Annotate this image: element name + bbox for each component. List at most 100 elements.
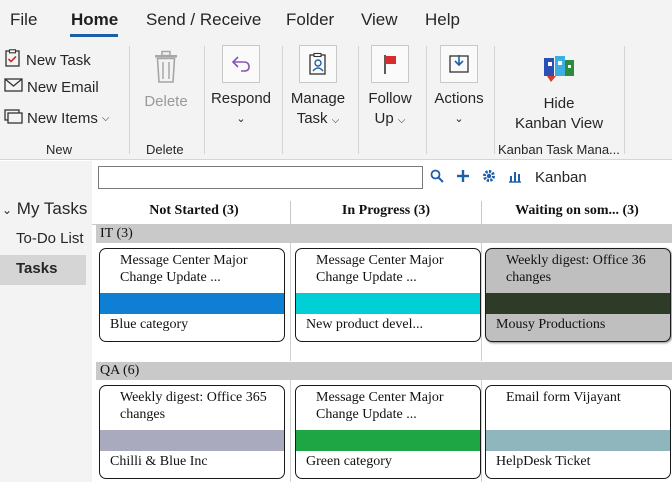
task-title: Email form Vijayant [506, 390, 621, 405]
group-label-kanban: Kanban Task Mana... [498, 142, 620, 157]
chevron-down-icon: ⌄ [2, 203, 13, 217]
hide-kanban-view-button[interactable]: Hide Kanban View [506, 50, 612, 134]
actions-button[interactable]: Actions ⌄ [430, 45, 488, 129]
group-header-it[interactable]: IT (3) [96, 225, 672, 243]
menu-home[interactable]: Home [71, 10, 118, 30]
follow-up-button[interactable]: Follow Up ⌵ [362, 45, 418, 131]
manage-task-icon [299, 45, 337, 83]
new-email-button[interactable]: New Email [4, 78, 99, 96]
trash-icon [147, 48, 185, 86]
move-to-folder-icon [440, 45, 478, 83]
ribbon-separator [426, 46, 427, 154]
task-title: Weekly digest: Office 36 changes [506, 253, 646, 285]
task-card-selected[interactable]: Weekly digest: Office 36 changes Mousy P… [485, 248, 671, 342]
chart-icon[interactable] [508, 169, 522, 187]
ribbon-separator [624, 46, 625, 154]
chevron-down-icon: ⌵ [331, 115, 340, 126]
manage-task-label-2: Task [296, 110, 328, 127]
task-title: Message Center Major Change Update ... [316, 253, 444, 285]
chevron-down-icon: ⌄ [454, 113, 464, 125]
task-category: Blue category [110, 317, 189, 332]
new-items-button[interactable]: New Items ⌵ [4, 107, 109, 129]
menu-bar: File Home Send / Receive Folder View Hel… [0, 0, 672, 40]
menu-file[interactable]: File [10, 10, 37, 30]
column-header-in-progress: In Progress (3) [341, 203, 431, 218]
view-name-label: Kanban [535, 169, 587, 186]
active-tab-indicator [70, 34, 118, 37]
category-color-bar [486, 430, 670, 451]
respond-button[interactable]: Respond ⌄ [210, 45, 272, 129]
my-tasks-header[interactable]: ⌄ My Tasks [2, 199, 87, 219]
chevron-down-icon: ⌄ [236, 113, 246, 125]
group-header-qa[interactable]: QA (6) [96, 362, 672, 380]
task-card[interactable]: Message Center Major Change Update ... N… [295, 248, 481, 342]
task-card[interactable]: Weekly digest: Office 365 changes Chilli… [99, 385, 285, 479]
task-category: HelpDesk Ticket [496, 454, 591, 469]
category-color-bar [296, 430, 480, 451]
delete-button[interactable]: Delete [140, 48, 192, 112]
menu-help[interactable]: Help [425, 10, 460, 30]
task-category: Mousy Productions [496, 317, 606, 332]
search-input[interactable] [98, 166, 423, 189]
nav-item-to-do-list[interactable]: To-Do List [16, 230, 84, 247]
task-category: New product devel... [306, 317, 424, 332]
category-color-bar [296, 293, 480, 314]
new-email-label: New Email [27, 78, 99, 96]
add-icon[interactable] [456, 169, 470, 187]
new-items-label: New Items [27, 109, 98, 127]
manage-task-label-1: Manage [290, 90, 346, 107]
new-task-label: New Task [26, 51, 91, 69]
task-title: Weekly digest: Office 365 changes [120, 390, 267, 422]
group-label-new: New [46, 142, 73, 157]
task-clipboard-icon [4, 49, 22, 71]
column-header-not-started: Not Started (3) [149, 203, 239, 218]
menu-folder[interactable]: Folder [286, 10, 334, 30]
menu-view[interactable]: View [361, 10, 398, 30]
envelope-icon [4, 78, 23, 96]
chevron-down-icon: ⌵ [397, 115, 406, 126]
nav-item-tasks[interactable]: Tasks [16, 260, 57, 277]
column-header-waiting: Waiting on som... (3) [515, 203, 639, 218]
task-card[interactable]: Email form Vijayant HelpDesk Ticket [485, 385, 671, 479]
category-color-bar [100, 293, 284, 314]
manage-task-button[interactable]: Manage Task ⌵ [287, 45, 349, 131]
search-icon[interactable] [430, 169, 444, 187]
task-title: Message Center Major Change Update ... [120, 253, 248, 285]
follow-up-label-1: Follow [368, 90, 412, 107]
category-color-bar [100, 430, 284, 451]
gear-icon[interactable] [482, 169, 496, 187]
lane-divider [481, 243, 482, 361]
actions-label: Actions [434, 90, 484, 107]
ribbon-separator [282, 46, 283, 154]
folder-pane: ⌄ My Tasks To-Do List Tasks [0, 161, 92, 482]
lane-divider [290, 380, 291, 482]
kanban-board-icon [540, 50, 578, 88]
ribbon: New Task New Email New Items ⌵ New Delet… [0, 40, 672, 160]
new-items-icon [4, 107, 23, 129]
red-flag-icon [371, 45, 409, 83]
task-card[interactable]: Message Center Major Change Update ... G… [295, 385, 481, 479]
hide-kanban-label-2: Kanban View [514, 115, 604, 132]
respond-label: Respond [210, 90, 272, 107]
group-label-delete: Delete [146, 142, 184, 157]
menu-send-receive[interactable]: Send / Receive [146, 10, 261, 30]
follow-up-label-2: Up [374, 110, 394, 127]
reply-arrow-icon [222, 45, 260, 83]
ribbon-separator [358, 46, 359, 154]
category-color-bar [486, 293, 670, 314]
task-card[interactable]: Message Center Major Change Update ... B… [99, 248, 285, 342]
task-category: Chilli & Blue Inc [110, 454, 208, 469]
lane-divider [481, 380, 482, 482]
my-tasks-label: My Tasks [16, 199, 88, 218]
ribbon-separator [204, 46, 205, 154]
delete-label: Delete [144, 93, 188, 110]
new-task-button[interactable]: New Task [4, 49, 91, 71]
ribbon-separator [129, 46, 130, 154]
kanban-board: Kanban Not Started (3) In Progress (3) W… [92, 161, 672, 482]
task-category: Green category [306, 454, 392, 469]
lane-divider [290, 243, 291, 361]
hide-kanban-label-1: Hide [543, 95, 575, 112]
chevron-down-icon: ⌵ [101, 112, 110, 124]
ribbon-separator [494, 46, 495, 154]
task-title: Message Center Major Change Update ... [316, 390, 444, 422]
